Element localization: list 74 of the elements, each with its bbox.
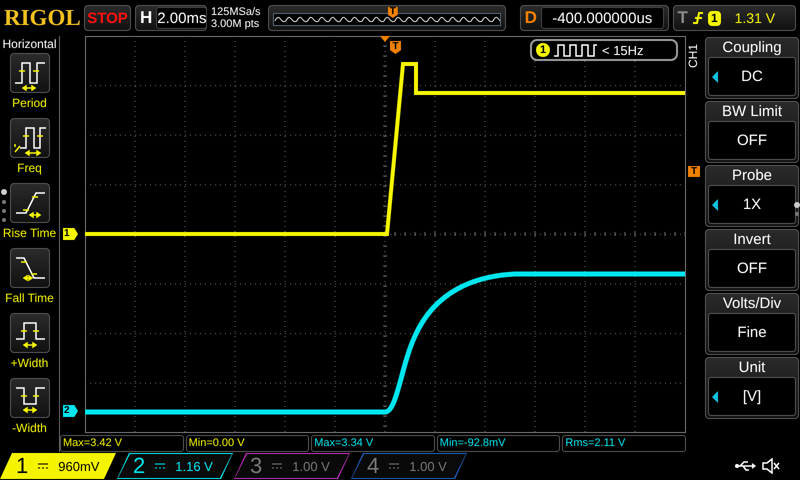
page-indicator-icon [1, 189, 7, 223]
square-wave-icon [554, 43, 598, 57]
timebase-label: H [140, 8, 152, 28]
trigger-label: T [678, 8, 688, 28]
delay-value: -400.000000us [540, 7, 664, 29]
trigger-panel[interactable]: T 1 1.31 V [672, 5, 796, 31]
softkey-title: Volts/Div [722, 294, 782, 313]
measurement-readout: Min=0.00 V [186, 435, 310, 452]
dc-coupling-icon [389, 463, 400, 469]
channel-scale: 1.00 V [409, 458, 447, 474]
softkey-value[interactable]: OFF [708, 249, 796, 288]
memory-depth: 3.00M pts [210, 18, 260, 30]
channel-marker[interactable]: 1 [63, 228, 78, 240]
channel-tab[interactable]: 1 960mV [0, 453, 116, 479]
run-state-button[interactable]: STOP [84, 5, 131, 31]
delay-panel[interactable]: D -400.000000us [520, 5, 669, 31]
timebase-value: 2.00ms [156, 7, 208, 29]
delay-label: D [524, 8, 537, 28]
measure-button[interactable] [10, 378, 50, 418]
softkey-title: Probe [730, 166, 774, 185]
measure-label: +Width [10, 356, 48, 370]
measure-button[interactable] [10, 183, 50, 223]
channel-tab[interactable]: 4 1.00 V [351, 453, 467, 479]
trigger-source: 1 [708, 10, 721, 26]
measure-label: Fall Time [5, 291, 54, 305]
dc-coupling-icon [38, 463, 48, 469]
timebase-panel[interactable]: H 2.00ms [134, 5, 207, 31]
channel-number: 1 [16, 453, 28, 479]
sample-rate: 125MSa/s [210, 6, 262, 18]
measurement-readout: Rms=2.11 V [562, 435, 686, 452]
measure-button[interactable] [10, 313, 50, 353]
channel-scale: 1.00 V [292, 458, 330, 474]
counter-source: 1 [536, 43, 550, 57]
measure-label: Rise Time [2, 226, 56, 240]
measure-label: Freq [17, 161, 42, 175]
softkey-title: Invert [732, 230, 772, 249]
measurement-readout: Max=3.34 V [311, 435, 435, 452]
channel-scale: 960mV [58, 458, 100, 474]
softkey-value[interactable]: Fine [708, 313, 796, 352]
measure-button[interactable] [10, 248, 50, 288]
channel-number: 4 [367, 453, 380, 479]
trigger-position-icon [380, 36, 390, 42]
measure-button[interactable] [10, 53, 50, 93]
channel-number: 2 [133, 453, 146, 479]
softkey-value[interactable]: DC [708, 57, 796, 96]
speaker-muted-icon [762, 458, 780, 474]
channel-scale: 1.16 V [175, 458, 213, 474]
softkey-value[interactable]: OFF [708, 121, 796, 160]
channel-marker[interactable]: 2 [63, 405, 78, 417]
measurement-readout: Min=-92.8mV [436, 435, 560, 452]
dc-coupling-icon [272, 463, 282, 469]
measure-button[interactable] [10, 118, 50, 158]
logo: RIGOL [4, 5, 80, 31]
softkey-title: BW Limit [721, 102, 783, 121]
softkey-value[interactable]: 1X [708, 185, 796, 224]
channel-tab[interactable]: 2 1.16 V [117, 453, 233, 479]
page-indicator-icon [794, 202, 800, 218]
softkey-title: Coupling [721, 38, 783, 57]
trigger-level: 1.31 V [734, 10, 776, 26]
measurement-readout: Max=3.42 V [60, 435, 184, 452]
channel-number: 3 [250, 453, 262, 479]
trigger-position-marker: T [390, 41, 401, 54]
softkey-title: Unit [738, 358, 766, 377]
usb-icon [734, 460, 756, 472]
trigger-level-marker[interactable]: T [688, 166, 700, 177]
channel-tab[interactable]: 3 1.00 V [234, 453, 350, 479]
measure-label: -Width [12, 421, 47, 435]
channel-title: CH1 [686, 43, 701, 70]
rising-edge-icon [692, 11, 704, 25]
softkey-value[interactable]: [V] [708, 377, 796, 416]
measure-label: Period [12, 96, 47, 110]
menu-title: Horizontal [1, 36, 58, 52]
counter-reading: < 15Hz [602, 42, 644, 58]
dc-coupling-icon [155, 463, 166, 469]
